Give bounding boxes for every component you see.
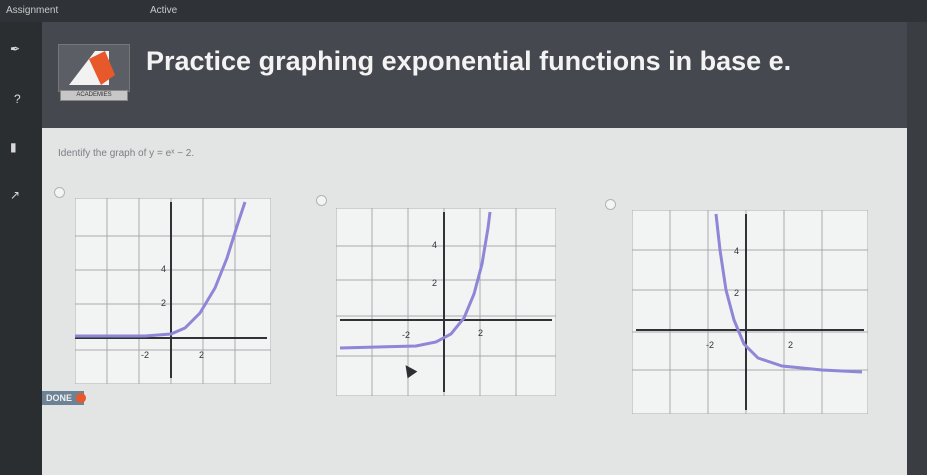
tick-label-neg2: -2 (141, 350, 149, 360)
done-label: DONE (46, 393, 73, 403)
tick-label-2y: 2 (734, 288, 739, 298)
graph-option-b[interactable]: -2 2 4 2 (336, 208, 556, 396)
info-icon[interactable]: ▮ (10, 140, 17, 154)
logo-band: ACADEMIES (60, 90, 128, 101)
tick-label-2y: 2 (161, 298, 166, 308)
pencil-icon[interactable]: ✒ (10, 42, 20, 56)
option-a-radio[interactable] (54, 187, 65, 198)
graph-option-c[interactable]: -2 2 4 2 (632, 210, 868, 414)
tick-label-2: 2 (478, 328, 483, 338)
right-edge (907, 22, 927, 475)
tick-label-2y: 2 (432, 278, 437, 288)
option-b-radio[interactable] (316, 195, 327, 206)
tick-label-4: 4 (161, 264, 166, 274)
graph-option-a[interactable]: -2 2 4 2 (75, 198, 271, 384)
arrow-icon[interactable]: ↗ (10, 188, 20, 202)
active-label[interactable]: Active (150, 5, 177, 16)
question-prompt: Identify the graph of y = eˣ − 2. (58, 148, 195, 159)
lesson-logo (58, 44, 130, 92)
question-icon[interactable]: ? (14, 92, 21, 106)
top-bar: Assignment Active (0, 0, 927, 22)
tick-label-4: 4 (432, 240, 437, 250)
tick-label-2: 2 (788, 340, 793, 350)
tick-label-4: 4 (734, 246, 739, 256)
option-c-radio[interactable] (605, 199, 616, 210)
assignment-label[interactable]: Assignment (6, 5, 58, 16)
page-title: Practice graphing exponential functions … (146, 46, 792, 76)
arrow-right-icon (76, 393, 86, 403)
tick-label-neg2: -2 (706, 340, 714, 350)
tick-label-neg2: -2 (402, 330, 410, 340)
done-button[interactable]: DONE (42, 391, 86, 405)
left-sidebar (0, 22, 42, 475)
tick-label-2: 2 (199, 350, 204, 360)
